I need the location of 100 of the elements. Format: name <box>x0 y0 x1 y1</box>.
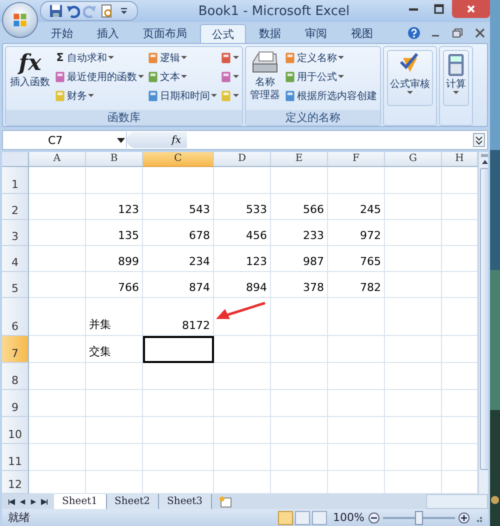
page-layout-button[interactable] <box>295 510 310 524</box>
row-header[interactable]: 11 <box>2 444 29 471</box>
table-cell[interactable]: 并集 <box>86 298 143 336</box>
table-cell[interactable] <box>214 444 271 471</box>
table-cell[interactable] <box>328 336 385 363</box>
table-cell[interactable]: 766 <box>86 272 143 298</box>
table-cell[interactable]: 135 <box>86 220 143 246</box>
ribbon-tab[interactable]: 公式 <box>200 24 246 43</box>
table-cell[interactable] <box>385 272 442 298</box>
close-icon[interactable] <box>473 26 487 40</box>
table-cell[interactable] <box>143 363 214 390</box>
ribbon-button[interactable]: 逻辑 <box>146 49 218 66</box>
table-cell[interactable] <box>271 444 328 471</box>
restore-icon[interactable] <box>451 26 465 40</box>
row-header[interactable]: 5 <box>2 272 29 298</box>
zoom-in-icon[interactable] <box>458 512 470 524</box>
table-cell[interactable]: 123 <box>86 194 143 220</box>
table-cell[interactable] <box>271 417 328 444</box>
vertical-scrollbar[interactable] <box>478 152 488 494</box>
table-cell[interactable] <box>328 363 385 390</box>
table-cell[interactable] <box>214 336 271 363</box>
row-header[interactable]: 8 <box>2 363 29 390</box>
table-cell[interactable]: 234 <box>143 246 214 272</box>
table-cell[interactable] <box>385 246 442 272</box>
column-header[interactable]: F <box>328 152 385 167</box>
table-cell[interactable] <box>143 444 214 471</box>
table-cell[interactable]: 765 <box>328 246 385 272</box>
table-cell[interactable] <box>214 363 271 390</box>
table-cell[interactable] <box>271 336 328 363</box>
close-button[interactable] <box>452 0 490 18</box>
table-cell[interactable] <box>385 194 442 220</box>
save-icon[interactable] <box>49 4 63 18</box>
ribbon-tab[interactable]: 开始 <box>40 24 84 43</box>
table-cell[interactable] <box>328 298 385 336</box>
large-button[interactable]: 计算 <box>443 50 469 106</box>
table-cell[interactable] <box>29 246 86 272</box>
table-cell[interactable] <box>214 390 271 417</box>
table-cell[interactable] <box>86 444 143 471</box>
table-cell[interactable] <box>29 194 86 220</box>
column-header[interactable]: G <box>385 152 442 167</box>
table-cell[interactable]: 233 <box>271 220 328 246</box>
column-header[interactable]: B <box>86 152 143 167</box>
horizontal-scrollbar[interactable] <box>426 494 488 509</box>
table-cell[interactable] <box>271 390 328 417</box>
ribbon-button[interactable]: 根据所选内容创建 <box>283 87 378 104</box>
print-preview-icon[interactable] <box>100 4 114 18</box>
table-cell[interactable] <box>385 298 442 336</box>
table-cell[interactable] <box>385 417 442 444</box>
ribbon-tab[interactable]: 视图 <box>340 24 384 43</box>
help-icon[interactable] <box>407 26 421 40</box>
sheet-nav-icon[interactable] <box>8 498 15 506</box>
table-cell[interactable] <box>29 220 86 246</box>
table-cell[interactable] <box>29 298 86 336</box>
row-header[interactable]: 2 <box>2 194 29 220</box>
ribbon-tab[interactable]: 审阅 <box>294 24 338 43</box>
sheet-tab[interactable]: Sheet3 <box>159 494 212 509</box>
ribbon-button[interactable]: 最近使用的函数 <box>53 68 145 85</box>
table-cell[interactable]: 972 <box>328 220 385 246</box>
ribbon-button[interactable]: 用于公式 <box>283 68 378 85</box>
column-header[interactable]: A <box>29 152 86 167</box>
ribbon-tab[interactable]: 页面布局 <box>132 24 198 43</box>
page-break-button[interactable] <box>312 510 327 524</box>
ribbon-button[interactable]: Σ 自动求和 <box>53 49 145 66</box>
selected-cell[interactable] <box>143 336 214 363</box>
insert-function-button[interactable]: fx <box>127 132 187 148</box>
ribbon-button[interactable]: 文本 <box>146 68 218 85</box>
table-cell[interactable]: 245 <box>328 194 385 220</box>
table-cell[interactable]: 678 <box>143 220 214 246</box>
table-cell[interactable]: 894 <box>214 272 271 298</box>
table-cell[interactable] <box>29 272 86 298</box>
table-cell[interactable]: 交集 <box>86 336 143 363</box>
scroll-thumb[interactable] <box>480 168 488 470</box>
table-cell[interactable] <box>29 417 86 444</box>
row-header[interactable]: 9 <box>2 390 29 417</box>
table-cell[interactable]: 543 <box>143 194 214 220</box>
sheet-tab[interactable]: Sheet1 <box>54 494 107 509</box>
row-header[interactable]: 4 <box>2 246 29 272</box>
sheet-nav-icon[interactable] <box>41 498 48 506</box>
slider-thumb[interactable] <box>415 510 424 524</box>
ribbon-tab[interactable]: 数据 <box>248 24 292 43</box>
row-header[interactable]: 12 <box>2 471 29 494</box>
table-cell[interactable] <box>86 167 143 194</box>
table-cell[interactable] <box>29 336 86 363</box>
large-button[interactable]: 公式审核 <box>387 50 433 106</box>
row-header[interactable]: 1 <box>2 167 29 194</box>
table-cell[interactable]: 533 <box>214 194 271 220</box>
table-cell[interactable] <box>86 363 143 390</box>
table-cell[interactable] <box>328 417 385 444</box>
table-cell[interactable]: 378 <box>271 272 328 298</box>
row-header[interactable]: 10 <box>2 417 29 444</box>
ribbon-button[interactable]: 日期和时间 <box>146 87 218 104</box>
table-cell[interactable]: 874 <box>143 272 214 298</box>
table-cell[interactable]: 987 <box>271 246 328 272</box>
table-cell[interactable] <box>328 444 385 471</box>
table-cell[interactable] <box>385 167 442 194</box>
table-cell[interactable] <box>214 417 271 444</box>
column-header[interactable]: E <box>271 152 328 167</box>
table-cell[interactable] <box>328 167 385 194</box>
office-button[interactable] <box>2 2 38 38</box>
undo-icon[interactable] <box>66 4 80 18</box>
